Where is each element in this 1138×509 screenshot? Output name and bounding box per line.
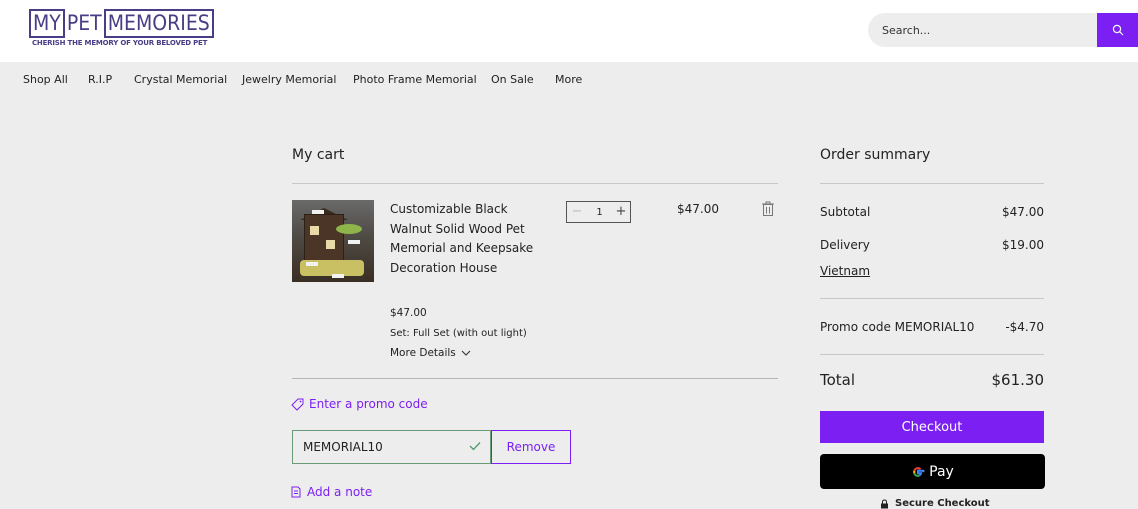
- promo-code-input[interactable]: MEMORIAL10: [292, 430, 491, 464]
- site-logo[interactable]: MY PET MEMORIES CHERISH THE MEMORY OF YO…: [29, 9, 214, 52]
- cart-divider-bottom: [292, 378, 778, 379]
- image-label: [348, 240, 360, 244]
- more-details-label: More Details: [390, 347, 456, 359]
- nav-item-crystal-memorial[interactable]: Crystal Memorial: [134, 73, 227, 86]
- product-name[interactable]: Customizable Black Walnut Solid Wood Pet…: [390, 200, 540, 278]
- site-header: MY PET MEMORIES CHERISH THE MEMORY OF YO…: [0, 0, 1138, 62]
- summary-divider-top: [820, 183, 1044, 184]
- cart-title: My cart: [292, 147, 345, 163]
- image-window: [310, 226, 319, 235]
- image-label: [332, 274, 344, 278]
- product-option: Set: Full Set (with out light): [390, 328, 527, 339]
- google-pay-label: Pay: [929, 463, 954, 480]
- main-nav: Shop All R.I.P Crystal Memorial Jewelry …: [0, 62, 1138, 98]
- promo-code-value: MEMORIAL10: [303, 440, 383, 454]
- delivery-row: Delivery $19.00: [820, 238, 1044, 252]
- note-icon: [291, 486, 301, 498]
- search-input[interactable]: [882, 13, 1092, 47]
- product-unit-price: $47.00: [390, 307, 427, 319]
- secure-checkout-label: Secure Checkout: [895, 498, 990, 509]
- total-label: Total: [820, 371, 856, 389]
- logo-word-memories: MEMORIES: [103, 9, 214, 38]
- remove-promo-button[interactable]: Remove: [491, 430, 571, 464]
- quantity-value[interactable]: 1: [587, 207, 612, 218]
- delivery-label: Delivery: [820, 238, 870, 252]
- total-value: $61.30: [991, 371, 1045, 389]
- google-g-icon: [913, 466, 925, 477]
- nav-item-jewelry-memorial[interactable]: Jewelry Memorial: [242, 73, 336, 86]
- summary-divider-mid: [820, 298, 1044, 299]
- quantity-increase-button[interactable]: +: [612, 202, 630, 222]
- tag-icon: [291, 398, 304, 411]
- logo-word-my: MY: [29, 9, 65, 38]
- more-details-toggle[interactable]: More Details: [390, 347, 471, 359]
- cart-divider-top: [292, 183, 778, 184]
- logo-tagline: CHERISH THE MEMORY OF YOUR BELOVED PET: [32, 39, 208, 47]
- image-label: [306, 262, 318, 266]
- logo-wordmark: MY PET MEMORIES: [29, 9, 214, 38]
- search-button[interactable]: [1097, 13, 1138, 47]
- promo-label: Promo code MEMORIAL10: [820, 320, 975, 334]
- promo-code-label: Enter a promo code: [309, 397, 428, 411]
- search-icon: [1112, 24, 1123, 36]
- nav-item-shop-all[interactable]: Shop All: [23, 73, 68, 86]
- product-image[interactable]: [292, 200, 374, 282]
- check-icon: [469, 442, 481, 451]
- summary-divider-bottom: [820, 354, 1044, 355]
- total-row: Total $61.30: [820, 371, 1044, 389]
- subtotal-label: Subtotal: [820, 205, 871, 219]
- add-note-link[interactable]: Add a note: [291, 485, 372, 499]
- delivery-value: $19.00: [1002, 238, 1044, 252]
- lock-icon: [881, 498, 888, 508]
- logo-word-pet: PET: [66, 11, 102, 35]
- image-label: [312, 210, 324, 214]
- nav-item-rip[interactable]: R.I.P: [88, 73, 112, 86]
- quantity-decrease-button[interactable]: −: [567, 202, 587, 222]
- image-window: [326, 240, 335, 249]
- google-pay-button[interactable]: Pay: [820, 454, 1045, 489]
- nav-item-photo-frame-memorial[interactable]: Photo Frame Memorial: [353, 73, 477, 86]
- line-total: $47.00: [677, 202, 719, 216]
- secure-checkout-note: Secure Checkout: [880, 498, 990, 509]
- chevron-down-icon: [461, 350, 471, 356]
- trash-icon[interactable]: [761, 201, 775, 217]
- quantity-stepper: − 1 +: [566, 201, 631, 223]
- delivery-location-link[interactable]: Vietnam: [820, 264, 870, 278]
- promo-row: Promo code MEMORIAL10 -$4.70: [820, 320, 1044, 334]
- subtotal-row: Subtotal $47.00: [820, 205, 1044, 219]
- promo-code-link[interactable]: Enter a promo code: [291, 397, 428, 411]
- checkout-button[interactable]: Checkout: [820, 411, 1044, 443]
- nav-item-more[interactable]: More: [555, 73, 582, 86]
- order-summary-title: Order summary: [820, 147, 931, 163]
- nav-item-on-sale[interactable]: On Sale: [491, 73, 534, 86]
- image-house: [304, 214, 344, 264]
- subtotal-value: $47.00: [1002, 205, 1044, 219]
- promo-discount: -$4.70: [1005, 320, 1044, 334]
- add-note-label: Add a note: [307, 485, 373, 499]
- image-plant: [336, 224, 362, 234]
- search-bar: [868, 13, 1138, 47]
